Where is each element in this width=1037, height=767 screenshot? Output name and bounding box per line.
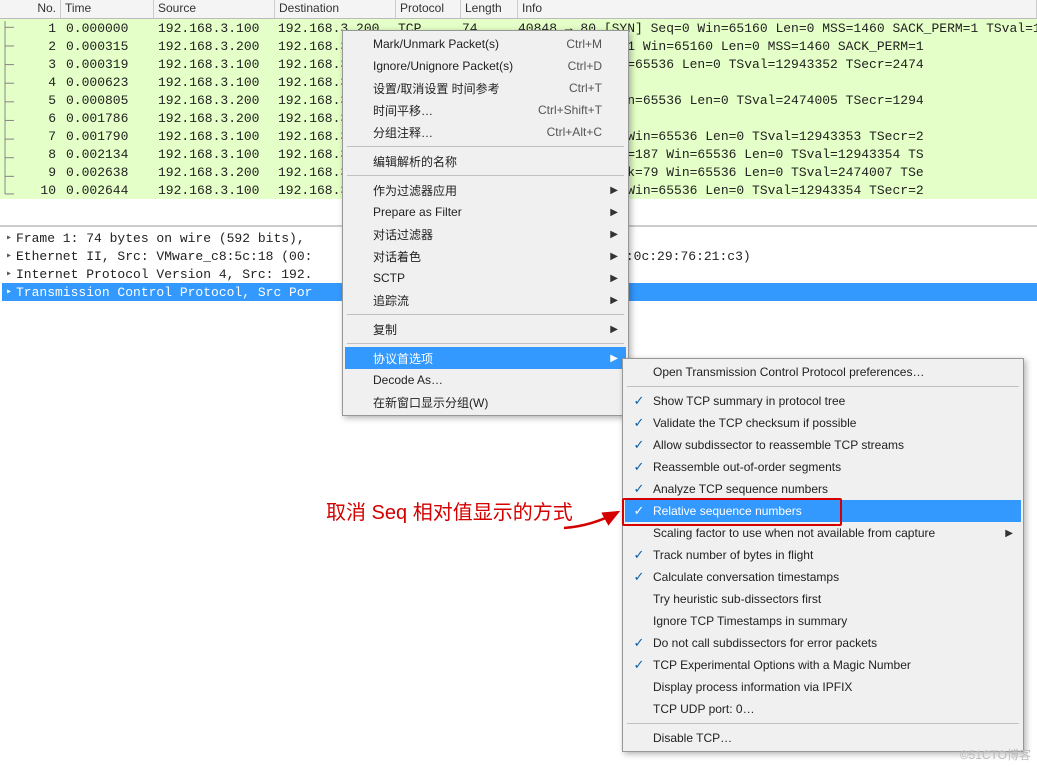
menu-separator — [347, 175, 624, 176]
submenu-arrow-icon: ▶ — [610, 324, 618, 335]
menu-separator — [347, 343, 624, 344]
menu-item[interactable]: ✓Allow subdissector to reassemble TCP st… — [625, 434, 1021, 456]
menu-item[interactable]: Prepare as Filter▶ — [345, 201, 626, 223]
menu-item[interactable]: Mark/Unmark Packet(s)Ctrl+M — [345, 33, 626, 55]
menu-item[interactable]: 时间平移…Ctrl+Shift+T — [345, 99, 626, 121]
menu-item[interactable]: Display process information via IPFIX — [625, 676, 1021, 698]
menu-item[interactable]: 对话着色▶ — [345, 245, 626, 267]
col-no[interactable]: No. — [0, 0, 61, 18]
packet-list-header[interactable]: No. Time Source Destination Protocol Len… — [0, 0, 1037, 19]
expand-icon[interactable]: ▸ — [2, 250, 16, 262]
col-source[interactable]: Source — [154, 0, 275, 18]
menu-item[interactable]: ✓Show TCP summary in protocol tree — [625, 390, 1021, 412]
menu-item[interactable]: 设置/取消设置 时间参考Ctrl+T — [345, 77, 626, 99]
menu-item[interactable]: 编辑解析的名称 — [345, 150, 626, 172]
check-icon: ✓ — [631, 503, 647, 519]
submenu-arrow-icon: ▶ — [610, 207, 618, 218]
menu-item[interactable]: ✓Reassemble out-of-order segments — [625, 456, 1021, 478]
menu-item[interactable]: 追踪流▶ — [345, 289, 626, 311]
annotation-text: 取消 Seq 相对值显示的方式 — [326, 496, 573, 525]
submenu-arrow-icon: ▶ — [610, 229, 618, 240]
col-destination[interactable]: Destination — [275, 0, 396, 18]
menu-item[interactable]: ✓Relative sequence numbers — [625, 500, 1021, 522]
menu-item[interactable]: TCP UDP port: 0… — [625, 698, 1021, 720]
expand-icon[interactable]: ▸ — [2, 268, 16, 280]
submenu-arrow-icon: ▶ — [610, 273, 618, 284]
menu-item[interactable]: 在新窗口显示分组(W) — [345, 391, 626, 413]
check-icon: ✓ — [631, 657, 647, 673]
col-info[interactable]: Info — [518, 0, 1037, 18]
menu-item[interactable]: Decode As… — [345, 369, 626, 391]
menu-item[interactable]: 复制▶ — [345, 318, 626, 340]
menu-separator — [627, 723, 1019, 724]
submenu-arrow-icon: ▶ — [610, 295, 618, 306]
expand-icon[interactable]: ▸ — [2, 286, 16, 298]
menu-item[interactable]: Ignore/Unignore Packet(s)Ctrl+D — [345, 55, 626, 77]
menu-separator — [627, 386, 1019, 387]
submenu-arrow-icon: ▶ — [610, 185, 618, 196]
menu-item[interactable]: Open Transmission Control Protocol prefe… — [625, 361, 1021, 383]
col-time[interactable]: Time — [61, 0, 154, 18]
menu-item[interactable]: ✓Analyze TCP sequence numbers — [625, 478, 1021, 500]
menu-item[interactable]: Scaling factor to use when not available… — [625, 522, 1021, 544]
check-icon: ✓ — [631, 459, 647, 475]
menu-item[interactable]: 协议首选项▶ — [345, 347, 626, 369]
submenu-arrow-icon: ▶ — [610, 353, 618, 364]
menu-item[interactable]: Try heuristic sub-dissectors first — [625, 588, 1021, 610]
submenu-arrow-icon: ▶ — [1005, 528, 1013, 539]
menu-item[interactable]: 作为过滤器应用▶ — [345, 179, 626, 201]
col-length[interactable]: Length — [461, 0, 518, 18]
check-icon: ✓ — [631, 415, 647, 431]
menu-item[interactable]: ✓TCP Experimental Options with a Magic N… — [625, 654, 1021, 676]
submenu-arrow-icon: ▶ — [610, 251, 618, 262]
check-icon: ✓ — [631, 635, 647, 651]
check-icon: ✓ — [631, 569, 647, 585]
check-icon: ✓ — [631, 393, 647, 409]
menu-item[interactable]: 对话过滤器▶ — [345, 223, 626, 245]
menu-item[interactable]: ✓Calculate conversation timestamps — [625, 566, 1021, 588]
check-icon: ✓ — [631, 547, 647, 563]
col-protocol[interactable]: Protocol — [396, 0, 461, 18]
menu-item[interactable]: ✓Validate the TCP checksum if possible — [625, 412, 1021, 434]
menu-item[interactable]: ✓Track number of bytes in flight — [625, 544, 1021, 566]
check-icon: ✓ — [631, 481, 647, 497]
expand-icon[interactable]: ▸ — [2, 232, 16, 244]
menu-item[interactable]: ✓Do not call subdissectors for error pac… — [625, 632, 1021, 654]
menu-item[interactable]: 分组注释…Ctrl+Alt+C — [345, 121, 626, 143]
menu-separator — [347, 314, 624, 315]
context-submenu-protocol-prefs[interactable]: Open Transmission Control Protocol prefe… — [622, 358, 1024, 752]
menu-separator — [347, 146, 624, 147]
menu-item[interactable]: SCTP▶ — [345, 267, 626, 289]
check-icon: ✓ — [631, 437, 647, 453]
menu-item[interactable]: Ignore TCP Timestamps in summary — [625, 610, 1021, 632]
watermark: ©51CTO博客 — [960, 746, 1031, 763]
context-menu-main[interactable]: Mark/Unmark Packet(s)Ctrl+MIgnore/Unigno… — [342, 30, 629, 416]
